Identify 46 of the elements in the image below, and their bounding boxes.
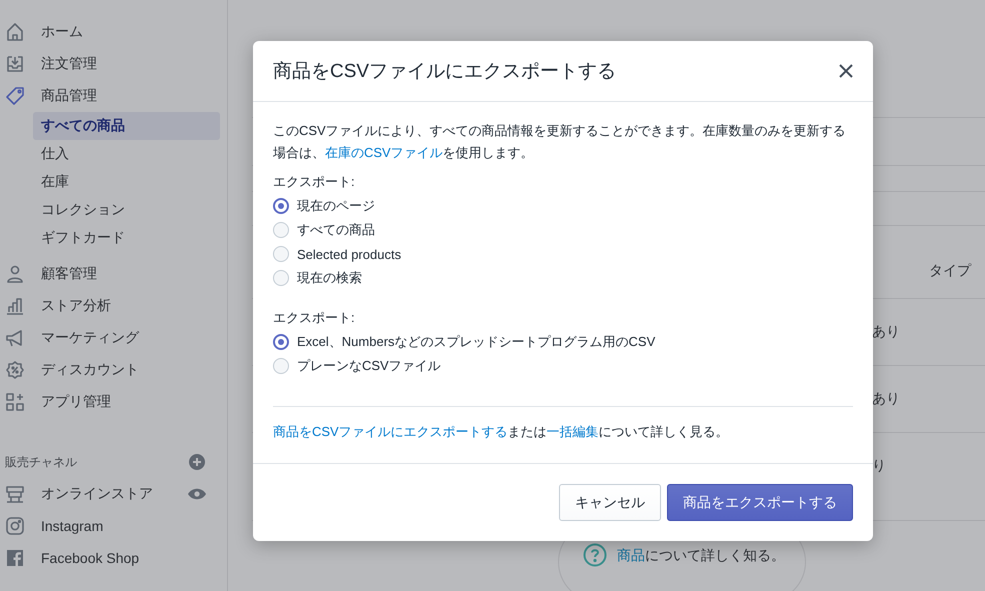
nav-item[interactable]: 注文管理 [41,55,97,73]
radio-option[interactable]: 現在のページ [273,194,853,218]
group-label: エクスポート: [273,309,356,327]
radio-button[interactable] [273,334,289,350]
store-icon [5,484,25,504]
plus-icon [187,452,207,472]
section-heading: 販売チャネル [5,454,77,470]
nav-item[interactable]: 商品管理 [41,87,97,105]
link[interactable]: 在庫のCSVファイル [325,145,443,160]
nav-item[interactable]: 顧客管理 [41,265,97,283]
nav-item[interactable]: ホーム [41,23,83,41]
group-label: エクスポート: [273,173,356,191]
nav-subitem[interactable]: ギフトカード [33,224,220,252]
nav-item[interactable]: マーケティング [41,329,139,347]
table-cell: あり [872,390,900,408]
help-text: 商品について詳しく知る。 [617,546,785,565]
radio-button[interactable] [273,198,289,214]
radio-option[interactable]: 現在の検索 [273,266,853,290]
nav-item[interactable]: ストア分析 [41,297,111,315]
radio-option[interactable]: すべての商品 [273,218,853,242]
radio-option[interactable]: Selected products [273,242,853,266]
radio-option[interactable]: プレーンなCSVファイル [273,354,853,378]
help-note: 商品をCSVファイルにエクスポートする または一括編集について詳しく見る。 [273,423,730,441]
dialog-title: 商品をCSVファイルにエクスポートする [273,60,616,84]
channel-item[interactable]: オンラインストア [41,485,171,503]
close-icon[interactable] [839,64,853,78]
channel-item[interactable]: Facebook Shop [41,550,207,566]
nav-subitem[interactable]: 仕入 [33,140,220,168]
description: このCSVファイルにより、すべての商品情報を更新することができます。在庫数量のみを更新する場合は、在庫のCSVファイルを使用します。 [273,122,847,162]
f-logo-icon [5,548,25,568]
nav-item[interactable]: ディスカウント [41,361,139,379]
table-cell: り [872,457,886,475]
camera-icon [5,516,25,536]
column-header: タイプ [929,262,971,280]
nav-item[interactable]: アプリ管理 [41,393,111,411]
channel-item[interactable]: Instagram [41,518,207,534]
nav-subitem[interactable]: コレクション [33,196,220,224]
nav-subitem[interactable]: 在庫 [33,168,220,196]
radio-option[interactable]: Excel、Numbersなどのスプレッドシートプログラム用のCSV [273,330,853,354]
nav-subitem[interactable]: すべての商品 [33,112,220,140]
link[interactable]: 一括編集 [546,424,599,439]
cancel-button[interactable]: キャンセル [559,484,661,521]
table-cell: あり [872,323,900,341]
export-button[interactable]: 商品をエクスポートする [667,484,853,521]
link[interactable]: 商品をCSVファイルにエクスポートする [273,424,508,439]
question-icon [583,543,607,567]
